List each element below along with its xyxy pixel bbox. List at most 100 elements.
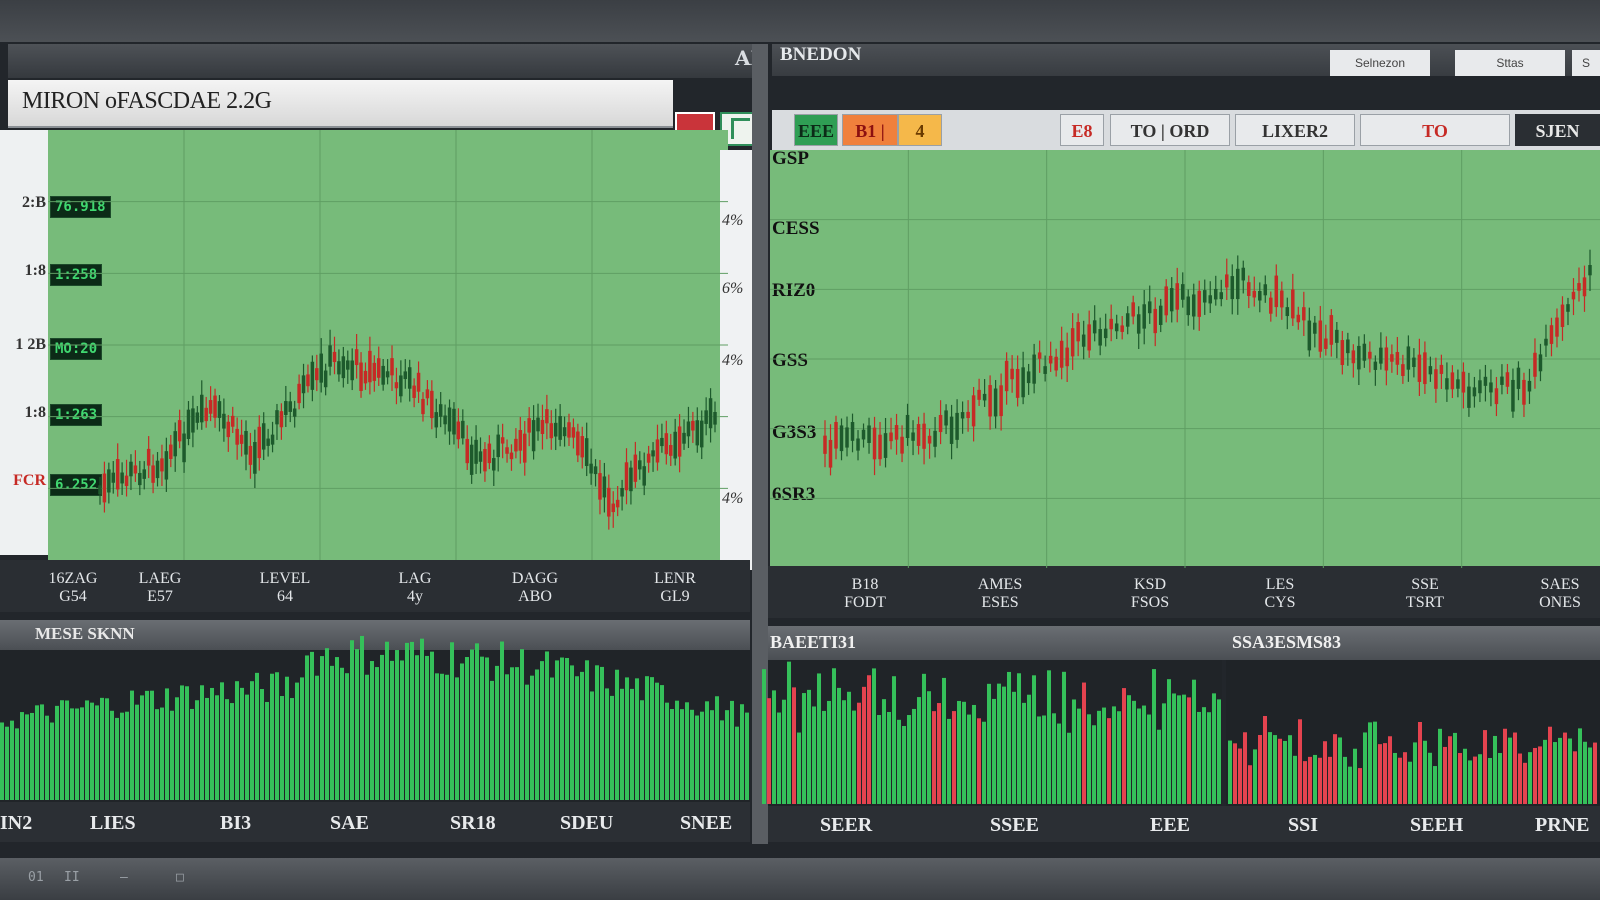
candle (828, 439, 833, 468)
volume-bar (1052, 713, 1056, 804)
candle (177, 420, 182, 442)
candle (834, 422, 838, 449)
volume-bar (160, 707, 164, 800)
volume-bar (1313, 754, 1317, 804)
volume-bar (1523, 762, 1527, 804)
volume-bar (942, 677, 946, 804)
volume-bar (972, 704, 976, 804)
volume-bar (912, 708, 916, 804)
candle (160, 458, 164, 472)
candle (270, 434, 275, 445)
volume-bar (1363, 732, 1367, 804)
candle (257, 426, 262, 459)
candle (584, 438, 589, 467)
candle (1070, 328, 1075, 357)
candle (949, 416, 954, 444)
candle (1285, 307, 1290, 317)
candle (1208, 295, 1213, 304)
candle (1103, 328, 1108, 339)
candle (169, 444, 173, 459)
candle (1114, 323, 1119, 332)
volume-bar (767, 698, 771, 804)
volume-bar (897, 719, 901, 804)
volume-bar (125, 711, 129, 800)
volume-bar (1132, 700, 1136, 804)
candle (164, 451, 169, 480)
volume-bar (1238, 748, 1242, 804)
volume-bar (1102, 707, 1106, 804)
candle (933, 430, 937, 447)
volume-bar (832, 668, 836, 804)
candle (492, 458, 496, 471)
volume-bar (615, 669, 619, 800)
candle (253, 442, 257, 474)
candle (861, 429, 866, 440)
volume-bar (45, 715, 49, 800)
volume-bar (145, 690, 149, 800)
volume-bar (1553, 742, 1557, 804)
volume-bar (195, 700, 199, 800)
candle (615, 499, 620, 508)
volume-bar (240, 687, 244, 800)
volume-bar (80, 707, 84, 800)
candle (545, 409, 549, 424)
candle (938, 414, 943, 433)
candle (124, 475, 129, 487)
volume-bar (1137, 708, 1141, 804)
candle (1511, 379, 1515, 412)
volume-bar (680, 709, 684, 800)
volume-bar (420, 638, 424, 800)
volume-bar (1017, 673, 1021, 804)
candle (1533, 352, 1537, 377)
volume-bar (1428, 752, 1432, 804)
volume-bar (922, 673, 926, 804)
candle (1109, 318, 1113, 330)
volume-bar (1177, 695, 1181, 804)
volume-bar (265, 701, 269, 800)
candle (195, 412, 200, 423)
candle (1186, 296, 1190, 316)
volume-bar (1072, 699, 1076, 804)
volume-bar (882, 699, 886, 804)
volume-bar (40, 704, 44, 800)
volume-bar (325, 648, 329, 800)
volume-bar (997, 683, 1001, 804)
candle (1015, 368, 1020, 398)
volume-bar (595, 665, 599, 800)
candle (1384, 347, 1389, 371)
volume-bar (1483, 730, 1487, 804)
candle (483, 448, 487, 472)
candle (927, 435, 932, 444)
candle (372, 362, 377, 381)
volume-bar (1122, 688, 1126, 804)
volume-bar (10, 720, 14, 800)
volume-bar (1403, 752, 1407, 804)
volume-bar (560, 657, 564, 800)
candle (1269, 297, 1273, 314)
volume-bar (610, 695, 614, 800)
volume-bar (787, 661, 791, 804)
candle (138, 472, 142, 486)
volume-bar (1333, 734, 1337, 804)
volume-bar (1418, 721, 1422, 804)
candle (1362, 343, 1367, 361)
candle (894, 425, 899, 440)
volume-bar (20, 712, 24, 800)
volume-bar (55, 705, 59, 800)
candle (558, 416, 562, 440)
candle (217, 401, 222, 418)
volume-bar (1303, 761, 1307, 804)
candle (999, 385, 1003, 417)
volume-bar (792, 687, 796, 804)
volume-bar (95, 705, 99, 800)
volume-bar (1423, 740, 1427, 804)
volume-bar (435, 673, 439, 800)
volume-bar (907, 715, 911, 804)
volume-bar (440, 673, 444, 800)
volume-bar (205, 697, 209, 800)
candle (1258, 291, 1262, 301)
volume-bar (1398, 757, 1402, 804)
volume-bar (842, 700, 846, 804)
volume-bar (130, 690, 134, 800)
volume-bar (590, 691, 594, 800)
